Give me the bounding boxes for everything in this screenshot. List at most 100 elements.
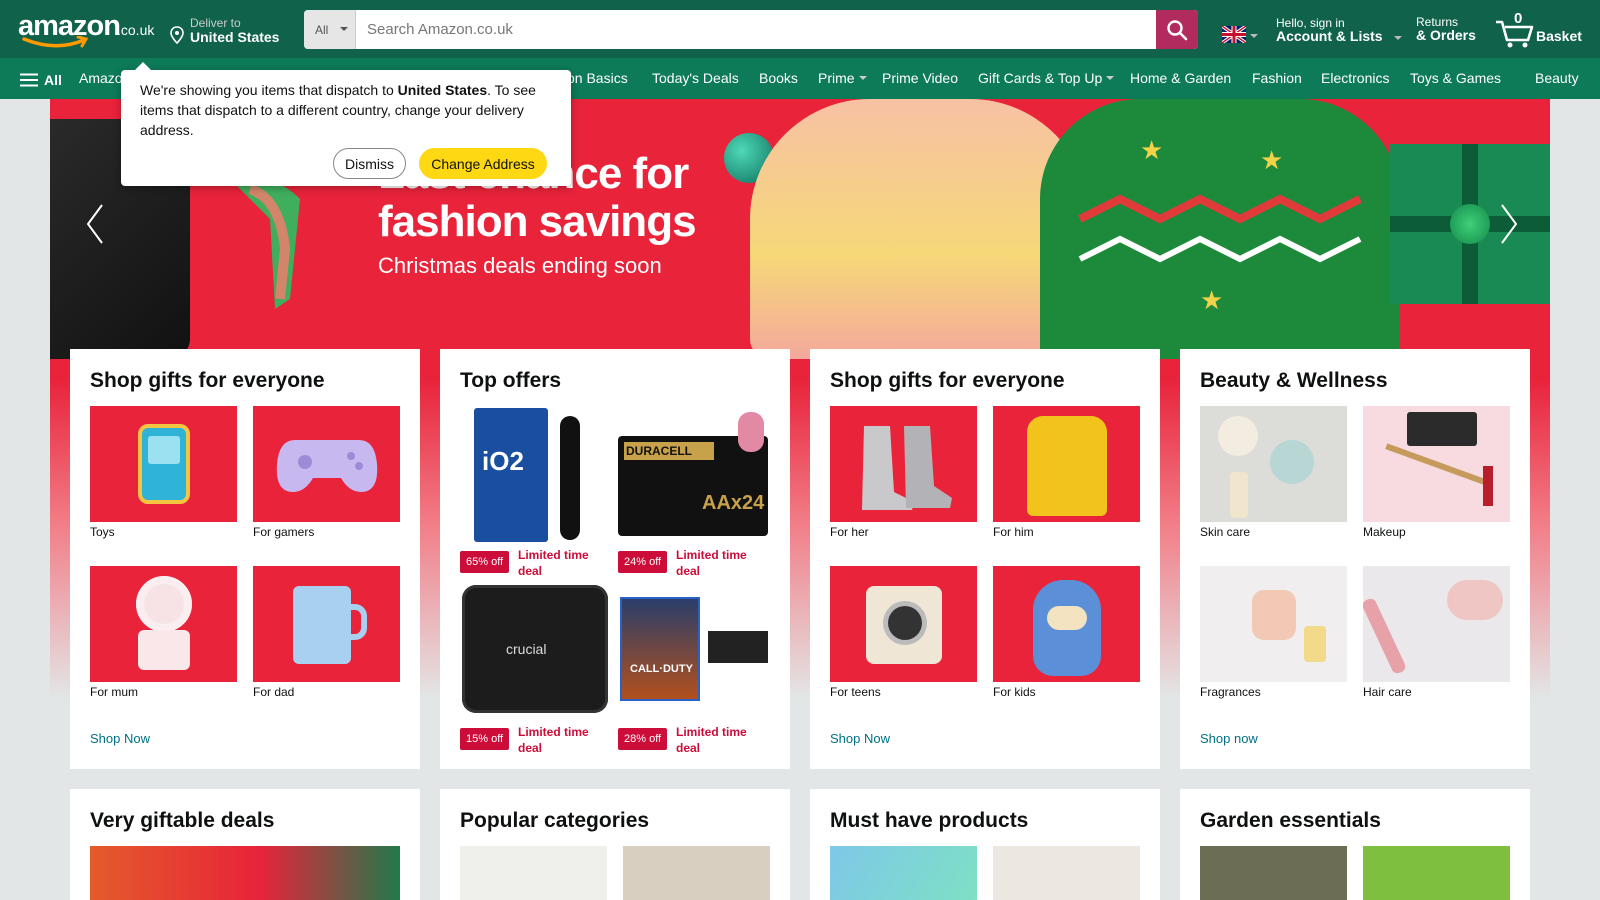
shop-now-link[interactable]: Shop Now [90,731,150,746]
search-input[interactable] [356,10,1156,49]
tile-for-dad[interactable]: For dad [253,566,400,699]
card-title: Shop gifts for everyone [830,369,1065,392]
chevron-down-icon [858,76,867,80]
offer-call-of-duty[interactable]: CALL·DUTY 28% off Limited time deal [618,583,768,755]
tile-caption: For kids [993,685,1036,699]
christmas-sweater-image: ★ ★ ★ [1040,99,1400,359]
jacket-icon [1027,416,1107,516]
deliver-to[interactable]: Deliver to United States [170,14,290,48]
product-camera-image[interactable] [830,846,977,900]
all-menu-label: All [44,72,62,88]
offer-crucial[interactable]: crucial 15% off Limited time deal [460,583,610,755]
tile-caption: Skin care [1200,525,1251,539]
mug-icon [293,586,351,664]
smile-arrow-icon [22,36,89,48]
card-beauty-wellness: Beauty & Wellness Skin care Makeup Fragr… [1180,349,1530,769]
shop-now-link[interactable]: Shop Now [830,731,890,746]
tile-caption: Hair care [1363,685,1412,699]
subnav-item-amazon-basics[interactable]: on Basics [567,70,628,86]
makeup-image [1363,406,1510,522]
subnav-item-gift-cards[interactable]: Gift Cards & Top Up [978,70,1115,86]
limited-deal-label: Limited time deal [676,725,747,755]
battery-count: AAx24 [702,492,765,514]
card-shop-gifts-1: Shop gifts for everyone Toys For gamers … [70,349,420,769]
discount-badge: 28% off [618,728,668,750]
logo-tld: .co.uk [117,22,155,38]
tile-caption: Fragrances [1200,685,1261,699]
tile-caption: For dad [253,685,295,699]
skincare-icon [1218,416,1258,456]
basket-count: 0 [1514,10,1523,27]
tile-for-mum[interactable]: For mum [90,566,237,699]
subnav-item-toys-games[interactable]: Toys & Games [1410,70,1501,86]
garden-mower-image[interactable] [1363,846,1510,900]
dad-image [253,566,400,682]
tile-caption: For him [993,525,1034,539]
card-popular-categories: Popular categories [440,789,790,900]
search-category-select[interactable]: All [304,10,356,49]
gamepad-icon [276,440,378,492]
tile-fragrances[interactable]: Fragrances [1200,566,1347,699]
boots-icon [862,426,952,510]
toy-icon [138,424,190,504]
svg-text:★: ★ [1140,135,1163,165]
svg-text:★: ★ [1260,145,1283,175]
tile-skin-care[interactable]: Skin care [1200,406,1347,539]
search-button[interactable] [1156,10,1198,49]
tile-for-kids[interactable]: For kids [993,566,1140,699]
account-lists[interactable]: Hello, sign in Account & Lists [1276,16,1402,48]
tile-toys[interactable]: Toys [90,406,237,539]
subnav-item-beauty[interactable]: Beauty [1535,70,1579,86]
card-title: Shop gifts for everyone [90,369,325,392]
dismiss-button[interactable]: Dismiss [333,148,406,179]
offer-oral-b[interactable]: iO2 65% off Limited time deal [460,406,610,578]
carousel-next-icon[interactable] [1494,199,1524,249]
card-very-giftable-deals: Very giftable deals [70,789,420,900]
subnav-item-electronics[interactable]: Electronics [1321,70,1389,86]
subnav-item-amazon-partial[interactable]: Amazo [79,70,123,86]
garden-swing-image[interactable] [1200,846,1347,900]
card-title: Beauty & Wellness [1200,369,1388,392]
carousel-prev-icon[interactable] [80,199,110,249]
shop-now-link[interactable]: Shop now [1200,731,1258,746]
subnav-item-fashion[interactable]: Fashion [1252,70,1302,86]
orders-label: & Orders [1416,27,1476,43]
pink-sweater-image [750,99,1090,359]
call-of-duty-image: CALL·DUTY [618,583,768,721]
card-title: Popular categories [460,809,650,832]
tile-for-teens[interactable]: For teens [830,566,977,699]
chevron-down-icon [1106,76,1115,80]
product-kitchen-image[interactable] [993,846,1140,900]
returns-orders[interactable]: Returns & Orders [1416,15,1486,47]
tile-hair-care[interactable]: Hair care [1363,566,1510,699]
subnav-item-prime-video[interactable]: Prime Video [882,70,958,86]
card-shop-gifts-2: Shop gifts for everyone For her For him … [810,349,1160,769]
language-chevron-icon[interactable] [1250,34,1258,38]
search-category-label: All [315,23,329,37]
gift-box-image [1390,144,1550,304]
subnav-item-todays-deals[interactable]: Today's Deals [652,70,739,86]
subnav-item-home-garden[interactable]: Home & Garden [1130,70,1231,86]
search-icon [1167,19,1188,40]
toy-image [90,406,237,522]
uk-flag-icon[interactable] [1222,26,1246,43]
tile-for-her[interactable]: For her [830,406,977,539]
category-food-image[interactable] [460,846,607,900]
change-address-button[interactable]: Change Address [419,148,547,179]
tile-makeup[interactable]: Makeup [1363,406,1510,539]
chevron-down-icon [340,27,348,31]
giftable-deals-image[interactable] [90,846,400,900]
subnav-item-books[interactable]: Books [759,70,798,86]
subnav-item-prime[interactable]: Prime [818,70,867,86]
card-top-offers: Top offers iO2 65% off Limited time deal… [440,349,790,769]
discount-badge: 15% off [460,728,510,750]
category-storage-image[interactable] [623,846,770,900]
tile-for-him[interactable]: For him [993,406,1140,539]
basket-button[interactable]: 0 Basket [1494,10,1594,50]
all-menu-button[interactable]: All [20,70,62,90]
location-pin-icon [170,26,184,44]
amazon-logo[interactable]: amazon .co.uk [18,10,156,50]
tile-for-gamers[interactable]: For gamers [253,406,400,539]
discount-badge: 65% off [460,551,510,573]
offer-duracell[interactable]: DURACELL AAx24 24% off Limited time deal [618,406,768,578]
